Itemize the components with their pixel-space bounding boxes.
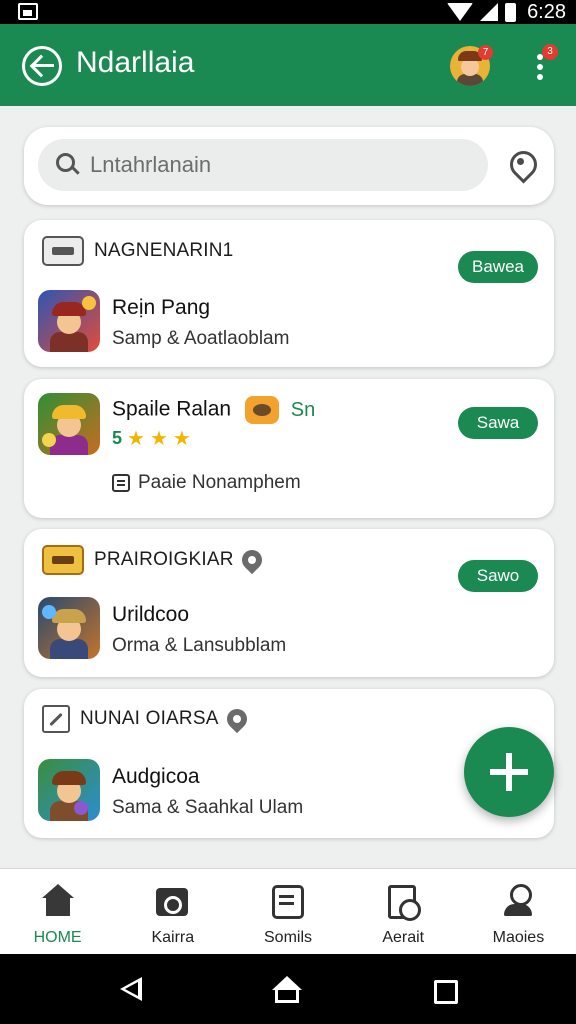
- magic-icon: [42, 605, 56, 619]
- card-header: PRAIROIGKIAR: [42, 545, 266, 575]
- home-icon: [41, 884, 75, 918]
- location-pin-icon: [237, 545, 266, 575]
- app-title: Ndarllaia: [76, 46, 195, 79]
- item-subtitle: Sama & Saahkal Ulam: [112, 797, 304, 818]
- signal-icon: [480, 3, 499, 21]
- add-button[interactable]: [464, 727, 554, 817]
- location-pin-icon: [222, 704, 251, 734]
- rating: 5 ★ ★ ★: [112, 428, 191, 449]
- brand-logo-icon: [42, 705, 70, 733]
- brand-logo-icon: [42, 236, 84, 266]
- item-title: Spaile Ralan: [112, 397, 232, 421]
- list-card[interactable]: Sawa Spaile Ralan Sn 5 ★ ★ ★ Paaie Nonam…: [24, 379, 554, 518]
- wifi-icon: [447, 3, 474, 21]
- nav-label: Somils: [264, 929, 313, 946]
- menu-dot-icon: [537, 64, 543, 70]
- menu-badge: 3: [542, 44, 558, 60]
- app-bar: Ndarllaia 7 3: [0, 24, 576, 106]
- card-header-text: NUNAI OIARSA: [80, 708, 219, 729]
- status-time: 6:28: [527, 0, 566, 23]
- camera-icon: [155, 884, 190, 918]
- nav-label: Kairra: [151, 929, 195, 946]
- list-icon: [271, 884, 305, 919]
- list-card[interactable]: PRAIROIGKIAR Sawo Urildcoo Orma & Lansub…: [24, 529, 554, 677]
- location-icon[interactable]: [508, 151, 534, 181]
- person-icon: [501, 884, 535, 918]
- gem-icon: [74, 801, 88, 815]
- nav-item-home[interactable]: HOME: [0, 869, 115, 954]
- gallery-notification-icon: [18, 3, 38, 20]
- home-icon[interactable]: [272, 976, 302, 1003]
- item-title: Urildcoo: [112, 603, 190, 626]
- character-body-graphic: [50, 332, 88, 352]
- card-header-text: NAGNENARIN1: [94, 240, 234, 261]
- game-badge-icon: [244, 396, 279, 424]
- item-thumbnail: [38, 290, 100, 352]
- item-title: Audgicoa: [112, 765, 200, 788]
- card-header-text: PRAIROIGKIAR: [94, 549, 234, 570]
- nav-label: Maoies: [492, 929, 545, 946]
- card-header: NAGNENARIN1: [42, 236, 233, 266]
- bottom-navigation: HOME Kairra Somils Aerait Maoies: [0, 868, 576, 954]
- star-icon: ★: [127, 427, 145, 450]
- system-navigation-bar: [0, 954, 576, 1024]
- search-icon: [56, 153, 80, 177]
- item-thumbnail: [38, 759, 100, 821]
- star-icon: ★: [149, 427, 168, 450]
- report-icon: [386, 884, 422, 921]
- document-row: Paaie Nonamphem: [112, 472, 301, 494]
- battery-icon: [505, 2, 517, 22]
- status-badge[interactable]: Sawo: [458, 560, 538, 592]
- search-input[interactable]: [90, 149, 470, 181]
- card-header: NUNAI OIARSA: [42, 704, 251, 734]
- menu-dot-icon: [537, 74, 543, 80]
- status-bar: 6:28: [0, 0, 576, 24]
- document-text: Paaie Nonamphem: [138, 472, 301, 493]
- nav-item-reports[interactable]: Aerait: [346, 869, 461, 954]
- rating-score: 5: [112, 428, 123, 448]
- character-body-graphic: [50, 639, 88, 659]
- nav-label: HOME: [33, 929, 82, 946]
- search-field[interactable]: [38, 139, 488, 191]
- character-hat-graphic: [52, 771, 86, 785]
- coin-icon: [42, 433, 56, 447]
- nav-item-profile[interactable]: Maoies: [461, 869, 576, 954]
- character-hat-graphic: [52, 405, 86, 419]
- star-icon: ★: [172, 427, 191, 450]
- recent-apps-icon[interactable]: [434, 980, 458, 1004]
- nav-item-lists[interactable]: Somils: [230, 869, 345, 954]
- item-subtitle: Orma & Lansubblam: [112, 635, 287, 656]
- status-badge[interactable]: Sawa: [458, 407, 538, 439]
- back-button[interactable]: [22, 46, 62, 86]
- document-icon: [112, 474, 130, 492]
- item-title-row: Spaile Ralan Sn: [112, 396, 315, 424]
- character-hat-graphic: [52, 302, 86, 316]
- item-title: Reịn Pang: [112, 296, 211, 319]
- item-tag: Sn: [290, 398, 316, 421]
- item-thumbnail: [38, 393, 100, 455]
- status-icons: 6:28: [447, 1, 566, 23]
- list-card[interactable]: NAGNENARIN1 Bawea Reịn Pang Samp & Aoatl…: [24, 220, 554, 367]
- back-icon[interactable]: [120, 977, 142, 1001]
- search-card: [24, 127, 554, 205]
- character-hat-graphic: [52, 609, 86, 623]
- item-subtitle: Samp & Aoatlaoblam: [112, 328, 290, 349]
- item-thumbnail: [38, 597, 100, 659]
- nav-label: Aerait: [382, 929, 425, 946]
- notification-badge: 7: [478, 45, 493, 60]
- status-badge[interactable]: Bawea: [458, 251, 538, 283]
- sparkle-icon: [82, 296, 96, 310]
- brand-logo-icon: [42, 545, 84, 575]
- plus-icon: [490, 753, 528, 791]
- nav-item-camera[interactable]: Kairra: [115, 869, 230, 954]
